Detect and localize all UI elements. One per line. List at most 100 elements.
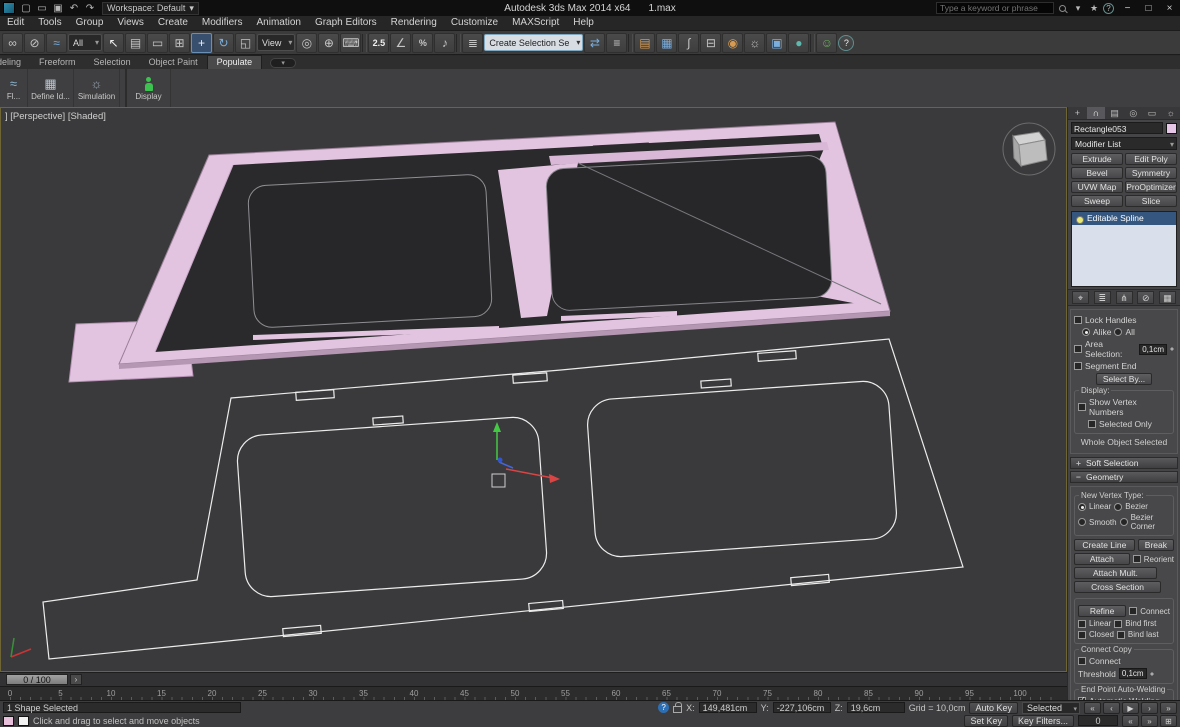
render-production-icon[interactable]: ● <box>788 33 809 53</box>
ribbon-tab[interactable]: Object Paint <box>140 56 207 69</box>
menu-item[interactable]: Graph Editors <box>308 16 384 30</box>
material-editor-icon[interactable]: ◉ <box>722 33 743 53</box>
maxscript-mini-listener-white[interactable] <box>18 716 29 726</box>
mirror-icon[interactable]: ⇄ <box>584 33 605 53</box>
play-button[interactable]: ▶ <box>1122 702 1139 714</box>
object-name-field[interactable]: Rectangle053 <box>1071 122 1163 134</box>
menu-item[interactable]: Views <box>110 16 151 30</box>
command-tab-modify[interactable]: ∩ <box>1087 107 1106 119</box>
manage-layers-icon[interactable]: ▤ <box>634 33 655 53</box>
object-color-swatch[interactable] <box>1166 123 1177 134</box>
modifier-button[interactable]: Symmetry <box>1125 167 1177 179</box>
reference-coordinate-system-dropdown[interactable]: View <box>257 34 295 51</box>
area-selection-spinner[interactable] <box>1170 345 1174 353</box>
previous-key-button[interactable]: « <box>1122 715 1139 727</box>
modifier-button[interactable]: Edit Poly <box>1125 153 1177 165</box>
spinner-snap-icon[interactable]: ♪ <box>434 33 455 53</box>
set-key-button[interactable]: Set Key <box>964 715 1008 727</box>
search-input[interactable] <box>936 2 1054 14</box>
modifier-button[interactable]: Extrude <box>1071 153 1123 165</box>
search-icon[interactable] <box>1059 5 1066 12</box>
align-icon[interactable]: ≡ <box>606 33 627 53</box>
viewcube[interactable] <box>1003 123 1055 175</box>
all-radio[interactable] <box>1114 328 1122 336</box>
select-and-manipulate-icon[interactable]: ⊕ <box>318 33 339 53</box>
bind-last-checkbox[interactable] <box>1117 631 1125 639</box>
refine-connect-checkbox[interactable] <box>1129 607 1137 615</box>
ribbon-tab[interactable]: Populate <box>207 55 263 69</box>
next-key-button[interactable]: » <box>1141 715 1158 727</box>
refine-button[interactable]: Refine <box>1078 605 1126 617</box>
undo-icon[interactable]: ↶ <box>66 1 82 15</box>
break-button[interactable]: Break <box>1138 539 1174 551</box>
define-id-button[interactable]: Define Id... <box>28 69 74 107</box>
shaded-spline-object[interactable] <box>69 122 890 382</box>
transform-gizmo[interactable] <box>492 422 560 487</box>
new-scene-icon[interactable]: ▢ <box>18 1 34 15</box>
unlink-selection-icon[interactable]: ⊘ <box>24 33 45 53</box>
maximize-button[interactable]: □ <box>1138 2 1159 15</box>
command-tab-hierarchy[interactable]: ▤ <box>1105 107 1124 119</box>
flow-button[interactable]: Fl... <box>0 69 28 107</box>
modifier-stack[interactable]: Editable Spline <box>1071 211 1177 287</box>
make-unique-icon[interactable]: ⋔ <box>1116 291 1133 304</box>
angle-snap-icon[interactable]: ∠ <box>390 33 411 53</box>
geometry-rollout-header[interactable]: − Geometry <box>1070 471 1178 483</box>
z-coordinate-field[interactable]: 19,6cm <box>847 702 905 713</box>
current-frame-field[interactable]: 0 <box>1078 715 1118 726</box>
menu-item[interactable]: Edit <box>0 16 31 30</box>
ribbon-tab[interactable]: Selection <box>85 56 140 69</box>
command-tab-utilities[interactable]: ☼ <box>1161 107 1180 119</box>
ribbon-minimize-toggle[interactable]: ▾ <box>270 58 296 68</box>
schematic-view-icon[interactable]: ⊟ <box>700 33 721 53</box>
percent-snap-icon[interactable]: % <box>412 33 433 53</box>
perspective-viewport[interactable]: ] [Perspective] [Shaded] <box>0 107 1067 672</box>
stack-item[interactable]: Editable Spline <box>1072 212 1176 225</box>
bezier-vertex-radio[interactable] <box>1114 503 1122 511</box>
search-scope-dropdown-icon[interactable]: ▾ <box>1071 3 1085 14</box>
edit-named-selection-sets-icon[interactable]: ≣ <box>462 33 483 53</box>
close-button[interactable]: × <box>1159 2 1180 15</box>
wireframe-spline-shape[interactable] <box>43 339 963 659</box>
pin-stack-icon[interactable]: ⌖ <box>1072 291 1089 304</box>
ribbon-tab[interactable]: Freeform <box>30 56 85 69</box>
select-object-icon[interactable]: ↖ <box>103 33 124 53</box>
show-end-result-icon[interactable]: ≣ <box>1094 291 1111 304</box>
infocenter-help-icon[interactable]: ? <box>838 35 854 51</box>
simulation-button[interactable]: Simulation <box>74 69 120 107</box>
modifier-button[interactable]: Slice <box>1125 195 1177 207</box>
bind-first-checkbox[interactable] <box>1114 620 1122 628</box>
x-coordinate-field[interactable]: 149,481cm <box>699 702 757 713</box>
menu-item[interactable]: MAXScript <box>505 16 566 30</box>
track-bar[interactable]: 0510152025303540455055606570758085909510… <box>0 686 1067 700</box>
use-pivot-point-center-icon[interactable]: ◎ <box>296 33 317 53</box>
viewport-canvas[interactable] <box>1 108 1066 671</box>
menu-item[interactable]: Rendering <box>384 16 444 30</box>
configure-modifier-sets-icon[interactable]: ▦ <box>1159 291 1176 304</box>
soft-selection-rollout-header[interactable]: + Soft Selection <box>1070 457 1178 469</box>
modifier-button[interactable]: UVW Map <box>1071 181 1123 193</box>
key-mode-dropdown[interactable]: Selected <box>1022 702 1080 714</box>
cross-section-button[interactable]: Cross Section <box>1074 581 1161 593</box>
select-and-rotate-icon[interactable]: ↻ <box>213 33 234 53</box>
viewport-label[interactable]: ] [Perspective] [Shaded] <box>5 111 106 122</box>
help-icon[interactable]: ? <box>1103 3 1114 14</box>
modifier-button[interactable]: Bevel <box>1071 167 1123 179</box>
snaps-toggle-icon[interactable]: 2.5 <box>368 33 389 53</box>
lock-handles-checkbox[interactable] <box>1074 316 1082 324</box>
select-and-link-icon[interactable]: ∞ <box>2 33 23 53</box>
window-crossing-toggle-icon[interactable]: ⊞ <box>169 33 190 53</box>
go-to-end-button[interactable]: » <box>1160 702 1177 714</box>
app-icon[interactable] <box>3 2 15 14</box>
select-and-scale-icon[interactable]: ◱ <box>235 33 256 53</box>
select-by-name-icon[interactable]: ▤ <box>125 33 146 53</box>
command-tab-motion[interactable]: ◎ <box>1124 107 1143 119</box>
command-tab-display[interactable]: ▭ <box>1143 107 1162 119</box>
select-and-move-icon[interactable]: + <box>191 33 212 53</box>
menu-item[interactable]: Create <box>151 16 195 30</box>
segment-end-checkbox[interactable] <box>1074 362 1082 370</box>
menu-item[interactable]: Modifiers <box>195 16 250 30</box>
auto-key-button[interactable]: Auto Key <box>969 702 1018 714</box>
menu-item[interactable]: Group <box>69 16 111 30</box>
time-slider-handle[interactable]: 0 / 100 <box>6 674 68 685</box>
